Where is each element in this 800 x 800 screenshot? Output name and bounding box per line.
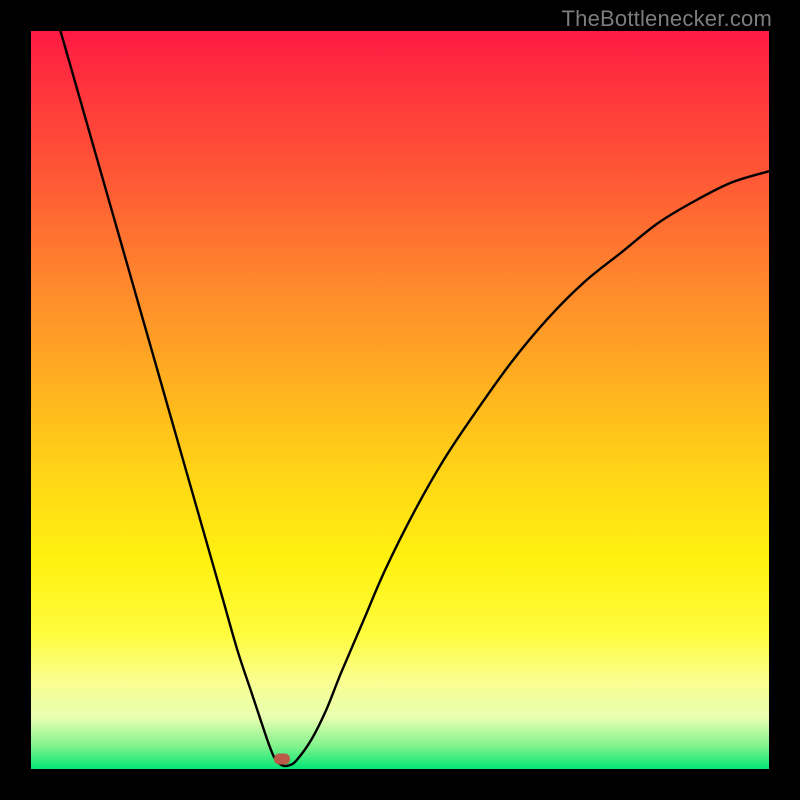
curve-svg — [31, 31, 769, 769]
bottleneck-curve — [61, 31, 769, 766]
plot-area — [31, 31, 769, 769]
attribution-text: TheBottlenecker.com — [562, 6, 772, 32]
chart-frame: TheBottlenecker.com — [0, 0, 800, 800]
min-point-marker — [274, 754, 290, 765]
